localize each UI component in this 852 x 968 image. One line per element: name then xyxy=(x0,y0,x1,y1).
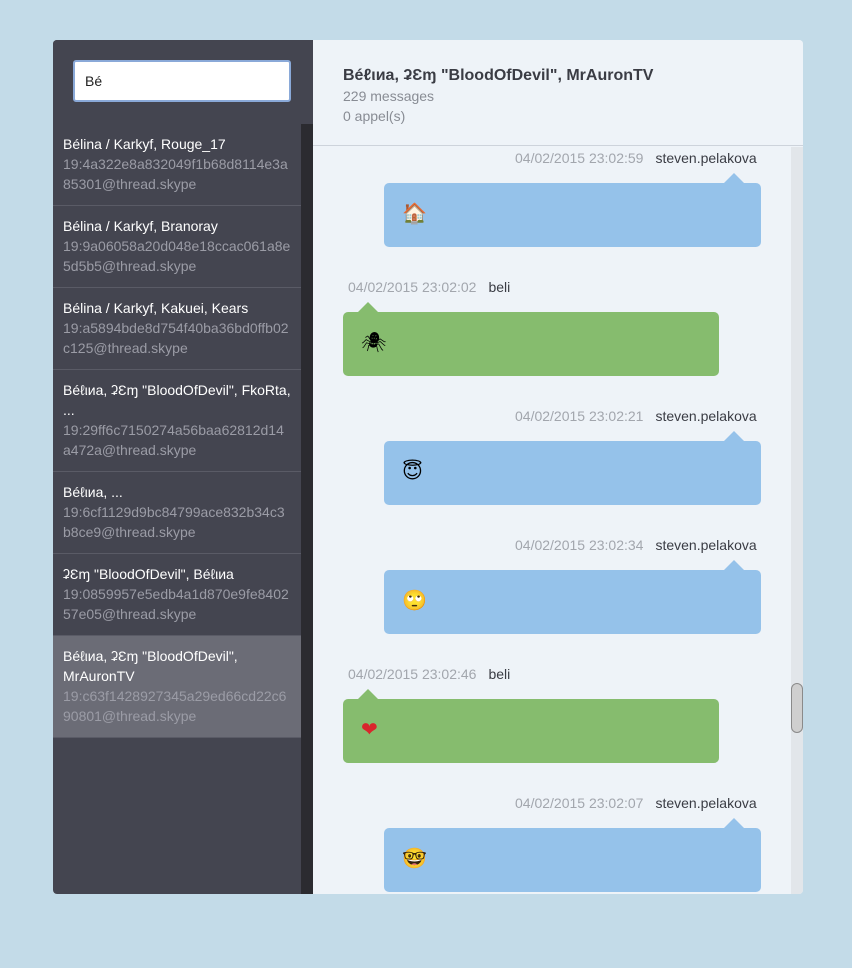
message-bubble: 🙄 xyxy=(384,570,761,634)
message-user: beli xyxy=(488,279,511,295)
message-meta: 04/02/2015 23:02:46 beli xyxy=(348,666,510,682)
messages-count: 229 messages xyxy=(343,88,435,104)
conversation-id: 19:4a322e8a832049f1b68d8114e3a85301@thre… xyxy=(63,156,288,192)
message-meta: 04/02/2015 23:02:34 steven.pelakova xyxy=(515,537,757,553)
message-time: 04/02/2015 23:02:46 xyxy=(348,666,477,682)
conversation-panel: Béℓιиa, ʡƐɱ "BloodOfDevil", MrAuronTV 22… xyxy=(313,40,803,894)
message-meta: 04/02/2015 23:02:59 steven.pelakova xyxy=(515,150,757,166)
conversation-title: Béℓιиa, ʡƐɱ "BloodOfDevil", FkoRta, ... xyxy=(63,382,291,418)
calls-count: 0 appel(s) xyxy=(343,108,406,124)
angel-smiley-icon: 😇 xyxy=(402,459,423,483)
bubble-tail xyxy=(358,302,378,312)
scrollbar-thumb[interactable] xyxy=(791,683,803,733)
conversation-header: Béℓιиa, ʡƐɱ "BloodOfDevil", MrAuronTV 22… xyxy=(313,40,803,146)
conversation-title: Béℓιиa, ... xyxy=(63,484,123,500)
bubble-tail xyxy=(724,560,744,570)
heart-icon: ❤ xyxy=(361,717,378,741)
conversation-item-selected[interactable]: Béℓιиa, ʡƐɱ "BloodOfDevil", MrAuronTV 19… xyxy=(53,636,301,738)
message-bubble: 🤓 xyxy=(384,828,761,892)
eyeroll-smiley-icon: 🙄 xyxy=(402,588,427,612)
spider-icon: 🕷 xyxy=(361,330,387,354)
message-time: 04/02/2015 23:02:21 xyxy=(515,408,644,424)
conversation-item[interactable]: ʡƐɱ "BloodOfDevil", Béℓιиa 19:0859957e5e… xyxy=(53,554,301,636)
conversation-item[interactable]: Bélina / Karkyf, Kakuei, Kears 19:a5894b… xyxy=(53,288,301,370)
conversation-item[interactable]: Béℓιиa, ʡƐɱ "BloodOfDevil", FkoRta, ... … xyxy=(53,370,301,472)
message-user: steven.pelakova xyxy=(655,537,757,553)
bubble-tail xyxy=(724,431,744,441)
conversation-item[interactable]: Bélina / Karkyf, Branoray 19:9a06058a20d… xyxy=(53,206,301,288)
message-bubble: 😇 xyxy=(384,441,761,505)
message-user: steven.pelakova xyxy=(655,408,757,424)
message-user: steven.pelakova xyxy=(655,795,757,811)
conversation-title: ʡƐɱ "BloodOfDevil", Béℓιиa xyxy=(63,566,234,582)
bubble-tail xyxy=(724,818,744,828)
message-bubble: 🕷 xyxy=(343,312,719,376)
conversation-id: 19:a5894bde8d754f40ba36bd0ffb02c125@thre… xyxy=(63,320,289,356)
conversation-id: 19:29ff6c7150274a56baa62812d14a472a@thre… xyxy=(63,422,284,458)
conversation-list: Bélina / Karkyf, Rouge_17 19:4a322e8a832… xyxy=(53,124,301,894)
conversation-title: Bélina / Karkyf, Branoray xyxy=(63,218,218,234)
search-area xyxy=(53,40,313,124)
conversation-list-scrollbar[interactable] xyxy=(301,124,313,894)
conversation-title: Bélina / Karkyf, Kakuei, Kears xyxy=(63,300,249,316)
conversation-id: 19:9a06058a20d048e18ccac061a8e5d5b5@thre… xyxy=(63,238,291,274)
search-input[interactable] xyxy=(73,60,291,102)
bubble-tail xyxy=(724,173,744,183)
message-bubble: 🏠 xyxy=(384,183,761,247)
conversation-id: 19:c63f1428927345a29ed66cd22c690801@thre… xyxy=(63,688,287,724)
message-bubble: ❤ xyxy=(343,699,719,763)
conversation-id: 19:6cf1129d9bc84799ace832b34c3b8ce9@thre… xyxy=(63,504,285,540)
message-meta: 04/02/2015 23:02:07 steven.pelakova xyxy=(515,795,757,811)
message-time: 04/02/2015 23:02:34 xyxy=(515,537,644,553)
message-meta: 04/02/2015 23:02:21 steven.pelakova xyxy=(515,408,757,424)
conversation-item[interactable]: Béℓιиa, ... 19:6cf1129d9bc84799ace832b34… xyxy=(53,472,301,554)
message-list-scrollbar[interactable] xyxy=(791,147,803,894)
nerd-smiley-icon: 🤓 xyxy=(402,846,427,870)
house-icon: 🏠 xyxy=(402,201,427,225)
sidebar: Bélina / Karkyf, Rouge_17 19:4a322e8a832… xyxy=(53,40,313,894)
message-user: beli xyxy=(488,666,511,682)
conversation-item[interactable]: Bélina / Karkyf, Rouge_17 19:4a322e8a832… xyxy=(53,124,301,206)
bubble-tail xyxy=(358,689,378,699)
conversation-header-title: Béℓιиa, ʡƐɱ "BloodOfDevil", MrAuronTV xyxy=(343,67,654,84)
chat-app: Bélina / Karkyf, Rouge_17 19:4a322e8a832… xyxy=(53,40,803,894)
message-meta: 04/02/2015 23:02:02 beli xyxy=(348,279,510,295)
conversation-id: 19:0859957e5edb4a1d870e9fe840257e05@thre… xyxy=(63,586,289,622)
message-time: 04/02/2015 23:02:59 xyxy=(515,150,644,166)
conversation-title: Béℓιиa, ʡƐɱ "BloodOfDevil", MrAuronTV xyxy=(63,648,238,684)
message-user: steven.pelakova xyxy=(655,150,757,166)
message-time: 04/02/2015 23:02:02 xyxy=(348,279,477,295)
message-list: 04/02/2015 23:02:59 steven.pelakova 🏠 04/… xyxy=(313,147,791,894)
message-time: 04/02/2015 23:02:07 xyxy=(515,795,644,811)
conversation-title: Bélina / Karkyf, Rouge_17 xyxy=(63,136,226,152)
